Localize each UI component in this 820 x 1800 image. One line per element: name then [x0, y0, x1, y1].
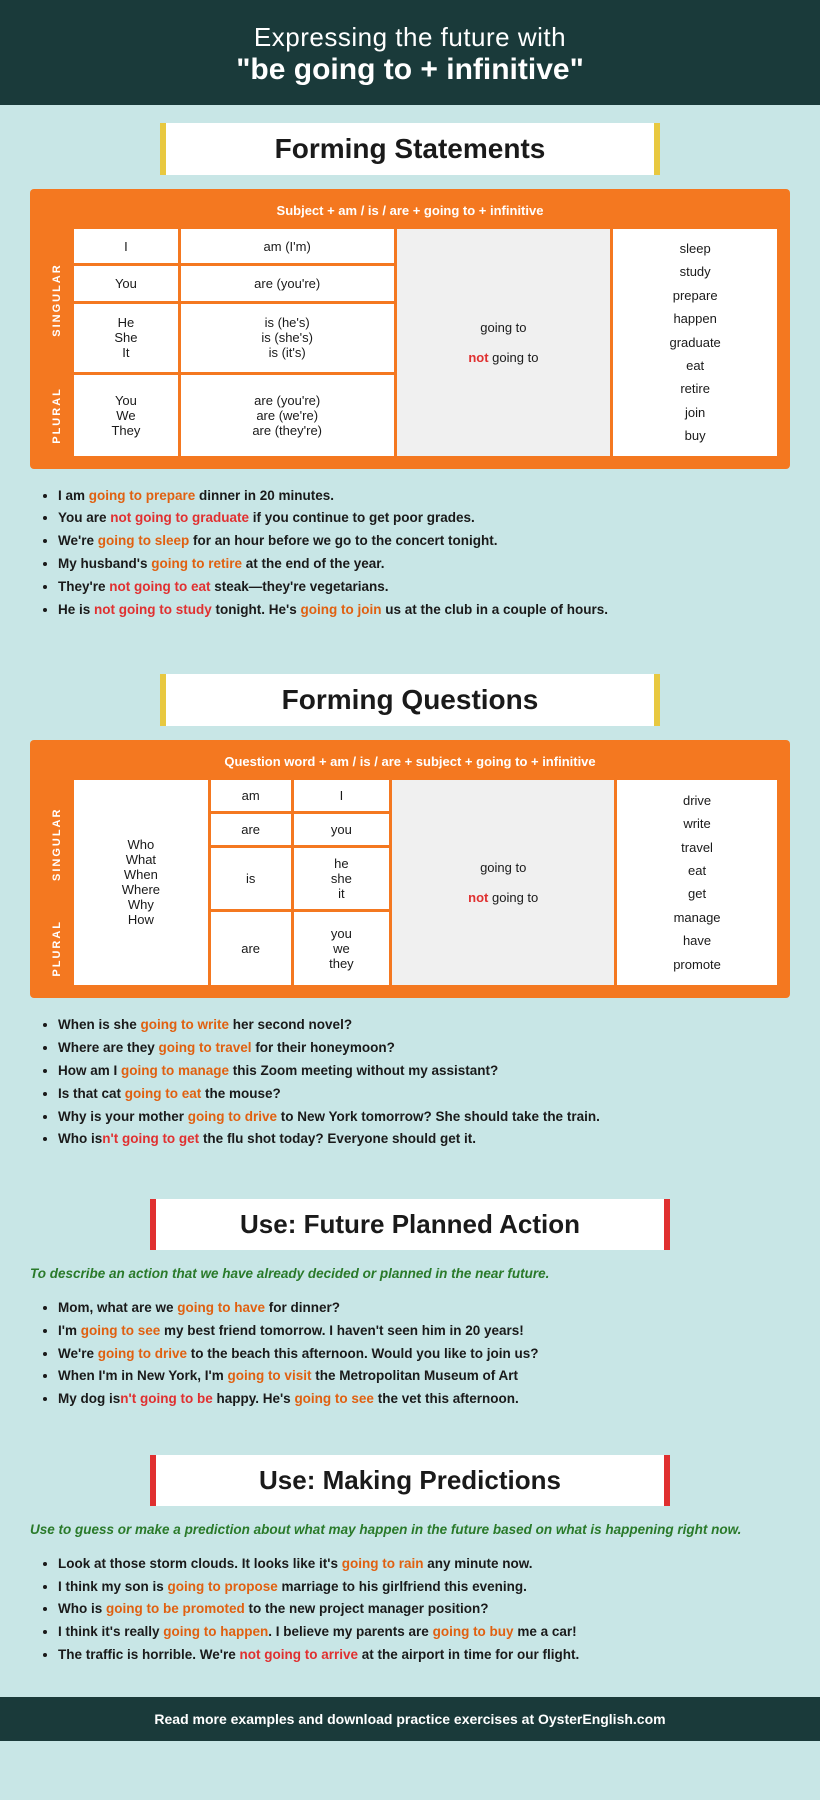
list-item: My dog isn't going to be happy. He's goi… — [58, 1388, 790, 1411]
list-item: Where are they going to travel for their… — [58, 1037, 790, 1060]
subject-he-she-it: HeSheIt — [74, 304, 178, 372]
list-item: You are not going to graduate if you con… — [58, 507, 790, 530]
statements-section: Forming Statements Subject + am / is / a… — [0, 105, 820, 656]
list-item: Who isn't going to get the flu shot toda… — [58, 1128, 790, 1151]
footer: Read more examples and download practice… — [0, 1697, 820, 1741]
table-row: SINGULAR WhoWhatWhenWhereWhyHow am I goi… — [43, 780, 777, 811]
use1-title: Use: Future Planned Action — [176, 1209, 644, 1240]
questions-formula: Question word + am / is / are + subject … — [40, 750, 780, 777]
statements-examples: I am going to prepare dinner in 20 minut… — [30, 485, 790, 623]
header-line1: Expressing the future with — [20, 22, 800, 53]
q-subject-he-she-it: hesheit — [294, 848, 390, 909]
list-item: Look at those storm clouds. It looks lik… — [58, 1553, 790, 1576]
verb-is: is (he's)is (she's)is (it's) — [181, 304, 394, 372]
q-verb-is: is — [211, 848, 291, 909]
q-going-to-cell: going tonot going to — [392, 780, 614, 985]
statements-table-container: Subject + am / is / are + going to + inf… — [30, 189, 790, 469]
statements-grammar-table: SINGULAR I am (I'm) going tonot going to… — [40, 226, 780, 459]
list-item: We're going to sleep for an hour before … — [58, 530, 790, 553]
list-item: They're not going to eat steak—they're v… — [58, 576, 790, 599]
list-item: When I'm in New York, I'm going to visit… — [58, 1365, 790, 1388]
list-item: He is not going to study tonight. He's g… — [58, 599, 790, 622]
list-item: Is that cat going to eat the mouse? — [58, 1083, 790, 1106]
q-plural-label: PLURAL — [43, 912, 71, 985]
table-row: SINGULAR I am (I'm) going tonot going to… — [43, 229, 777, 263]
list-item: Who is going to be promoted to the new p… — [58, 1598, 790, 1621]
use1-title-box: Use: Future Planned Action — [150, 1199, 670, 1250]
use2-title-box: Use: Making Predictions — [150, 1455, 670, 1506]
q-singular-label: SINGULAR — [43, 780, 71, 909]
verb-are-plural: are (you're)are (we're)are (they're) — [181, 375, 394, 456]
questions-grammar-table: SINGULAR WhoWhatWhenWhereWhyHow am I goi… — [40, 777, 780, 988]
q-verb-are-sing: are — [211, 814, 291, 845]
q-subject-you-we-they: youwethey — [294, 912, 390, 985]
q-verb-am: am — [211, 780, 291, 811]
use2-title: Use: Making Predictions — [176, 1465, 644, 1496]
questions-examples: When is she going to write her second no… — [30, 1014, 790, 1152]
use2-section: Use: Making Predictions Use to guess or … — [0, 1441, 820, 1697]
subject-i: I — [74, 229, 178, 263]
questions-section: Forming Questions Question word + am / i… — [0, 656, 820, 1185]
list-item: We're going to drive to the beach this a… — [58, 1343, 790, 1366]
statements-title: Forming Statements — [186, 133, 634, 165]
statements-title-box: Forming Statements — [160, 123, 660, 175]
list-item: Why is your mother going to drive to New… — [58, 1106, 790, 1129]
header: Expressing the future with "be going to … — [0, 0, 820, 105]
q-subject-you-sing: you — [294, 814, 390, 845]
going-to-cell: going tonot going to — [397, 229, 611, 456]
questions-table-container: Question word + am / is / are + subject … — [30, 740, 790, 998]
verb-am: am (I'm) — [181, 229, 394, 263]
use1-examples: Mom, what are we going to have for dinne… — [30, 1297, 790, 1412]
questions-title: Forming Questions — [186, 684, 634, 716]
question-words: WhoWhatWhenWhereWhyHow — [74, 780, 208, 985]
subject-you-we-they: YouWeThey — [74, 375, 178, 456]
statements-formula: Subject + am / is / are + going to + inf… — [40, 199, 780, 226]
list-item: I think it's really going to happen. I b… — [58, 1621, 790, 1644]
list-item: My husband's going to retire at the end … — [58, 553, 790, 576]
use2-description: Use to guess or make a prediction about … — [30, 1520, 790, 1540]
verb-are-you: are (you're) — [181, 266, 394, 300]
list-item: I am going to prepare dinner in 20 minut… — [58, 485, 790, 508]
singular-label: SINGULAR — [43, 229, 71, 372]
list-item: I'm going to see my best friend tomorrow… — [58, 1320, 790, 1343]
list-item: The traffic is horrible. We're not going… — [58, 1644, 790, 1667]
list-item: Mom, what are we going to have for dinne… — [58, 1297, 790, 1320]
use1-section: Use: Future Planned Action To describe a… — [0, 1185, 820, 1441]
verbs-cell: sleepstudypreparehappengraduateeatretire… — [613, 229, 777, 456]
use1-description: To describe an action that we have alrea… — [30, 1264, 790, 1284]
q-subject-i: I — [294, 780, 390, 811]
q-verbs-cell: drivewritetraveleatgetmanagehavepromote — [617, 780, 777, 985]
q-verb-are-plural: are — [211, 912, 291, 985]
plural-label: PLURAL — [43, 375, 71, 456]
list-item: I think my son is going to propose marri… — [58, 1576, 790, 1599]
subject-you-sing: You — [74, 266, 178, 300]
header-line2: "be going to + infinitive" — [20, 53, 800, 87]
footer-text: Read more examples and download practice… — [154, 1711, 665, 1727]
list-item: How am I going to manage this Zoom meeti… — [58, 1060, 790, 1083]
questions-title-box: Forming Questions — [160, 674, 660, 726]
list-item: When is she going to write her second no… — [58, 1014, 790, 1037]
use2-examples: Look at those storm clouds. It looks lik… — [30, 1553, 790, 1668]
